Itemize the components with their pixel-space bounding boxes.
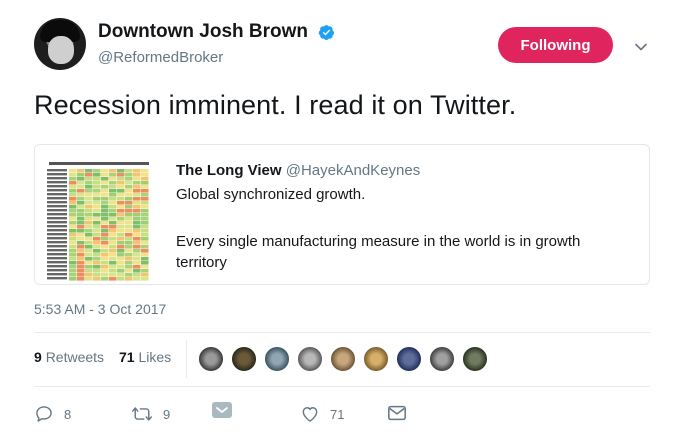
retweet-action[interactable]: 9 [131,404,170,424]
direct-message-action[interactable] [211,401,233,419]
avatar-face [48,36,74,64]
divider-bottom [34,386,650,387]
tweet-timestamp[interactable]: 5:53 AM - 3 Oct 2017 [34,301,166,317]
likes-stat[interactable]: 71 Likes [119,349,171,365]
liker-avatar[interactable] [297,346,323,372]
tweet-text: Recession imminent. I read it on Twitter… [34,90,517,120]
stats-separator [186,340,187,378]
envelope-icon[interactable] [387,404,407,422]
direct-message-icon[interactable] [211,401,233,419]
likes-label: Likes [138,349,172,365]
liker-avatar[interactable] [231,346,257,372]
like-action[interactable]: 71 [300,404,344,424]
chevron-down-icon[interactable] [634,40,648,54]
retweets-stat[interactable]: 9 Retweets [34,349,104,365]
quoted-text-line2: Every single manufacturing measure in th… [176,233,581,271]
reply-count: 8 [64,406,72,422]
author-avatar[interactable] [34,18,86,70]
quoted-tweet-thumbnail [35,145,165,284]
liker-avatar[interactable] [198,346,224,372]
liker-avatar[interactable] [429,346,455,372]
quoted-author-handle: @HayekAndKeynes [285,162,421,179]
liker-avatar[interactable] [264,346,290,372]
liker-avatar[interactable] [462,346,488,372]
liker-avatar[interactable] [396,346,422,372]
liker-avatar[interactable] [330,346,356,372]
liker-avatar[interactable] [363,346,389,372]
heatmap-table-icon [35,145,165,284]
retweet-icon[interactable] [131,404,153,424]
likes-count: 71 [119,349,135,365]
quoted-author-name: The Long View [176,162,282,179]
heart-icon[interactable] [300,404,320,424]
quoted-tweet-card[interactable]: The Long View @HayekAndKeynes Global syn… [34,144,650,285]
quoted-text-line1: Global synchronized growth. [176,186,366,203]
reply-icon[interactable] [34,404,54,424]
divider-top [34,332,650,333]
following-button[interactable]: Following [498,27,613,63]
author-name[interactable]: Downtown Josh Brown [98,21,308,43]
reply-action[interactable]: 8 [34,404,71,424]
quoted-author: The Long View @HayekAndKeynes [176,162,420,179]
author-handle[interactable]: @ReformedBroker [98,49,223,66]
envelope-action[interactable] [387,404,407,422]
retweets-count: 9 [34,349,42,365]
like-count: 71 [330,406,345,422]
retweets-label: Retweets [45,349,105,365]
retweet-count: 9 [163,406,171,422]
verified-badge-icon [318,25,335,40]
